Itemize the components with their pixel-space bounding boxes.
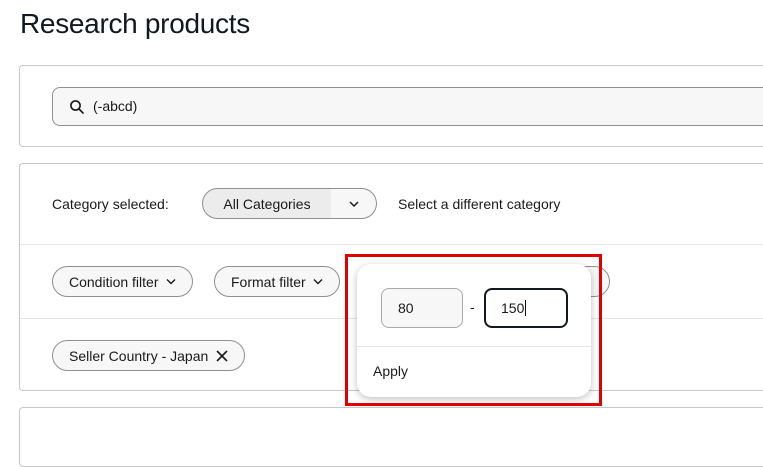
format-filter-label: Format filter: [231, 273, 306, 290]
price-range-popover: 80 - 150 Apply: [357, 264, 591, 397]
popover-divider: [357, 346, 591, 347]
category-dropdown-button[interactable]: [331, 188, 377, 219]
category-button[interactable]: All Categories: [202, 188, 332, 219]
search-value: (-abcd): [93, 98, 138, 114]
text-caret: [525, 300, 527, 316]
page-title: Research products: [20, 8, 250, 39]
range-separator: -: [470, 299, 475, 315]
chevron-down-icon: [348, 200, 359, 207]
applied-filter-label: Seller Country - Japan: [69, 347, 209, 364]
price-min-input[interactable]: 80: [381, 288, 463, 328]
search-input[interactable]: (-abcd): [52, 87, 763, 126]
price-max-value: 150: [501, 300, 525, 316]
price-min-value: 80: [398, 300, 414, 316]
search-panel: (-abcd): [19, 65, 763, 147]
condition-filter-button[interactable]: Condition filter: [52, 266, 193, 297]
results-panel: [19, 407, 763, 467]
close-icon[interactable]: [216, 349, 228, 362]
category-label: Category selected:: [52, 196, 169, 212]
search-icon: [70, 100, 84, 114]
condition-filter-label: Condition filter: [69, 273, 159, 290]
change-category-link[interactable]: Select a different category: [398, 196, 560, 212]
chevron-down-icon: [313, 279, 323, 285]
chevron-down-icon: [166, 279, 175, 285]
apply-button[interactable]: Apply: [373, 363, 408, 379]
price-max-input[interactable]: 150: [484, 288, 568, 328]
format-filter-button[interactable]: Format filter: [214, 266, 340, 297]
applied-filter-chip[interactable]: Seller Country - Japan: [52, 340, 246, 371]
